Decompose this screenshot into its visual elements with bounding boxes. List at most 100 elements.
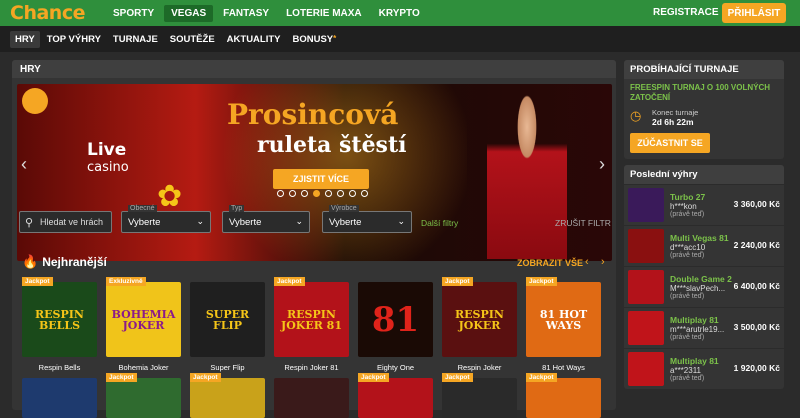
game-thumbnail[interactable] [628, 188, 664, 222]
game-tile[interactable] [22, 378, 97, 418]
game-tile[interactable]: RESPIN BELLS Jackpot Respin Bells [22, 277, 97, 372]
carousel-dot[interactable] [361, 190, 368, 197]
game-thumbnail[interactable]: RESPIN BELLS [22, 282, 97, 357]
chevron-right-icon[interactable]: › [599, 154, 605, 175]
game-name[interactable]: 81 Hot Ways [526, 363, 601, 372]
game-thumbnail[interactable] [274, 378, 349, 418]
game-tile[interactable]: Jackpot [106, 373, 181, 418]
nav-loterie-maxa[interactable]: LOTERIE MAXA [279, 5, 369, 22]
game-name[interactable]: Respin Bells [22, 363, 97, 372]
game-tile[interactable]: BOHEMIA JOKER Exkluzivně Bohemia Joker [106, 277, 181, 372]
tournaments-title: PROBÍHAJÍCÍ TURNAJE [624, 60, 784, 79]
tab-bonusy-label: BONUSY [292, 34, 334, 45]
game-thumbnail[interactable] [358, 378, 433, 418]
tab-souteze[interactable]: SOUTĚŽE [165, 31, 220, 48]
carousel-dot[interactable] [289, 190, 296, 197]
register-link[interactable]: REGISTRACE [653, 7, 719, 18]
game-name[interactable]: Super Flip [190, 363, 265, 372]
win-user: h***kon [670, 202, 697, 211]
win-time: (právě teď) [670, 252, 705, 259]
tab-turnaje[interactable]: TURNAJE [108, 31, 163, 48]
learn-more-button[interactable]: ZJISTIT VÍCE [273, 169, 369, 189]
game-name[interactable]: Bohemia Joker [106, 363, 181, 372]
tab-hry[interactable]: HRY [10, 31, 40, 48]
game-tile[interactable]: Jackpot [526, 373, 601, 418]
tab-bonusy[interactable]: BONUSY* [288, 31, 342, 48]
login-button[interactable]: PŘIHLÁSIT [722, 3, 786, 23]
game-thumbnail-title: RESPIN JOKER [455, 307, 504, 332]
game-badge: Jackpot [106, 373, 137, 382]
game-tile[interactable]: 81 HOT WAYS Jackpot 81 Hot Ways [526, 277, 601, 372]
filter-general-select[interactable]: Obecné Vyberte ⌄ [121, 205, 211, 233]
game-thumbnail[interactable]: 81 HOT WAYS [526, 282, 601, 357]
win-amount: 6 400,00 Kč [733, 281, 780, 291]
game-tile[interactable]: Jackpot [190, 373, 265, 418]
chance-logo[interactable]: Chance [10, 2, 85, 24]
game-tile[interactable] [274, 378, 349, 418]
banner-title: Prosincová [227, 98, 399, 131]
chevron-down-icon: ⌄ [196, 216, 204, 226]
game-name[interactable]: Eighty One [358, 363, 433, 372]
game-thumbnail[interactable]: RESPIN JOKER [442, 282, 517, 357]
tab-top-vyhry[interactable]: TOP VÝHRY [42, 31, 106, 48]
select-label: Obecné [128, 205, 157, 212]
carousel-dot[interactable] [325, 190, 332, 197]
chevron-left-icon[interactable]: ‹ [21, 154, 27, 175]
nav-vegas[interactable]: VEGAS [164, 4, 214, 22]
game-tile[interactable]: 81 Eighty One [358, 282, 433, 372]
nav-krypto[interactable]: KRYPTO [372, 5, 427, 22]
game-thumbnail[interactable] [442, 378, 517, 418]
fire-icon: 🔥 [22, 254, 39, 269]
tournaments-box: PROBÍHAJÍCÍ TURNAJE FREESPIN TURNAJ O 10… [624, 60, 784, 159]
game-tile[interactable]: Jackpot [442, 373, 517, 418]
game-thumbnail[interactable] [628, 270, 664, 304]
nav-sporty[interactable]: SPORTY [106, 5, 161, 22]
game-name[interactable]: Respin Joker [442, 363, 517, 372]
recent-win-row[interactable]: Turbo 27 h***kon (právě teď) 3 360,00 Kč [624, 184, 784, 225]
game-thumbnail[interactable]: 81 [358, 282, 433, 357]
win-game-name[interactable]: Multiplay 81 [670, 315, 724, 325]
carousel-dot[interactable] [277, 190, 284, 197]
reset-filter-link[interactable]: ZRUŠIT FILTR [555, 218, 611, 228]
tournament-name[interactable]: FREESPIN TURNAJ O 100 VOLNÝCH ZATOČENÍ [630, 83, 778, 103]
game-tile[interactable]: SUPER FLIP Super Flip [190, 282, 265, 372]
carousel-dot[interactable] [337, 190, 344, 197]
game-thumbnail[interactable]: SUPER FLIP [190, 282, 265, 357]
game-thumbnail[interactable] [628, 352, 664, 386]
carousel-dot[interactable] [313, 190, 320, 197]
chevron-right-icon[interactable]: › [601, 256, 605, 268]
carousel-dot[interactable] [301, 190, 308, 197]
nav-fantasy[interactable]: FANTASY [216, 5, 276, 22]
filter-provider-select[interactable]: Výrobce Vyberte ⌄ [322, 205, 412, 233]
recent-win-row[interactable]: Multiplay 81 a***2311 (právě teď) 1 920,00 … [624, 348, 784, 389]
game-tile[interactable]: RESPIN JOKER 81 Jackpot Respin Joker 81 [274, 277, 349, 372]
game-thumbnail[interactable] [628, 311, 664, 345]
game-thumbnail[interactable] [526, 378, 601, 418]
game-thumbnail[interactable] [190, 378, 265, 418]
game-thumbnail[interactable] [22, 378, 97, 418]
game-thumbnail[interactable] [628, 229, 664, 263]
game-thumbnail[interactable] [106, 378, 181, 418]
chevron-left-icon[interactable]: ‹ [585, 256, 589, 268]
join-tournament-button[interactable]: ZÚČASTNIT SE [630, 133, 710, 153]
win-game-name[interactable]: Turbo 27 [670, 192, 705, 202]
game-thumbnail[interactable]: BOHEMIA JOKER [106, 282, 181, 357]
win-game-name[interactable]: Multiplay 81 [670, 356, 719, 366]
banner-subtitle: ruleta štěstí [257, 132, 407, 158]
show-all-link[interactable]: ZOBRAZIT VŠE [517, 258, 583, 268]
game-thumbnail[interactable]: RESPIN JOKER 81 [274, 282, 349, 357]
game-name[interactable]: Respin Joker 81 [274, 363, 349, 372]
win-game-name[interactable]: Double Game 2 [670, 274, 732, 284]
carousel-dot[interactable] [349, 190, 356, 197]
win-game-name[interactable]: Multi Vegas 81 [670, 233, 729, 243]
recent-win-row[interactable]: Double Game 2 M***slavPech... (právě teď) 6… [624, 266, 784, 307]
search-input[interactable]: ⚲ Hledat ve hrách [19, 211, 112, 233]
more-filters-link[interactable]: Další filtry [421, 218, 458, 228]
game-tile[interactable]: Jackpot [358, 373, 433, 418]
game-tile[interactable]: RESPIN JOKER Jackpot Respin Joker [442, 277, 517, 372]
tab-aktuality[interactable]: AKTUALITY [222, 31, 286, 48]
recent-win-row[interactable]: Multi Vegas 81 d***acc10 (právě teď) 2 240,… [624, 225, 784, 266]
sidebar: PROBÍHAJÍCÍ TURNAJE FREESPIN TURNAJ O 10… [624, 60, 784, 395]
filter-type-select[interactable]: Typ Vyberte ⌄ [222, 205, 310, 233]
recent-win-row[interactable]: Multiplay 81 m***arutrle19... (právě teď) 3… [624, 307, 784, 348]
